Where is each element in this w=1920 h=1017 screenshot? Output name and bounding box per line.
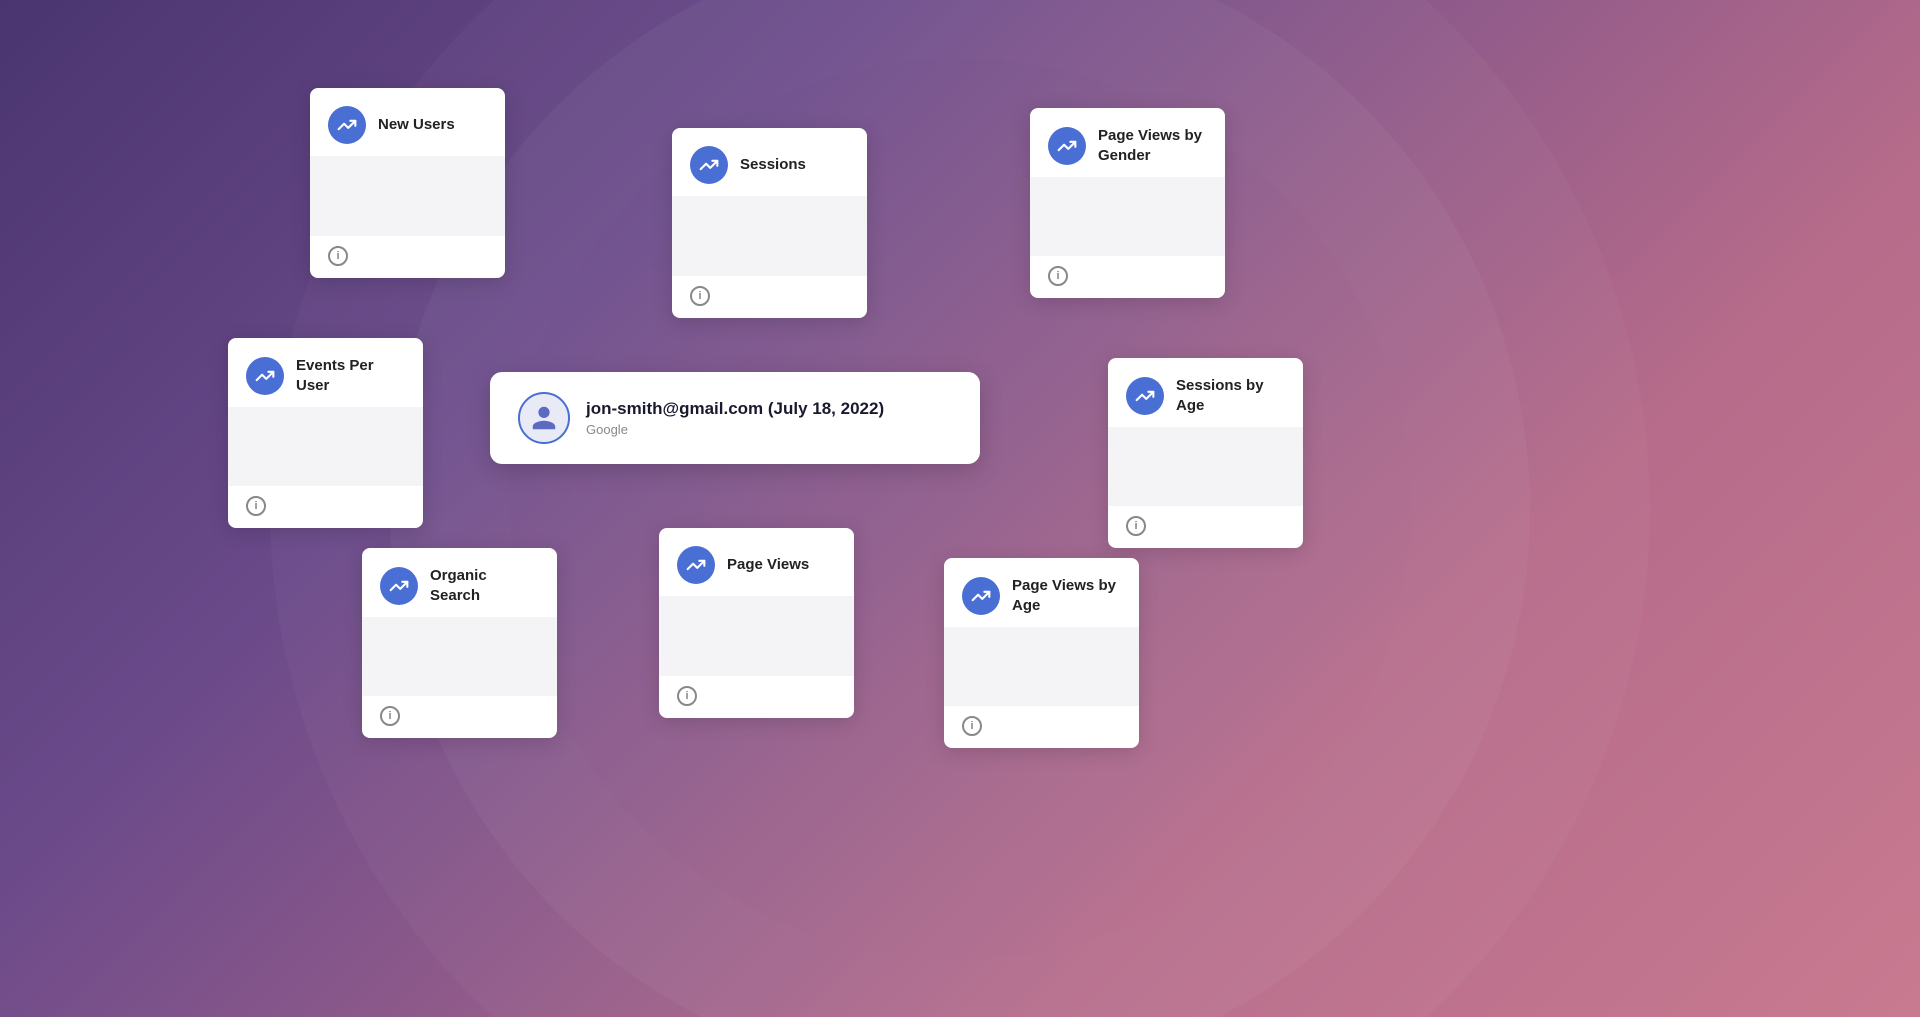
card-header-sessions: Sessions — [672, 128, 867, 196]
trending-up-icon — [690, 146, 728, 184]
card-header-sessions-by-age: Sessions by Age — [1108, 358, 1303, 427]
main-canvas: jon-smith@gmail.com (July 18, 2022) Goog… — [0, 0, 1920, 1017]
card-body-sessions — [672, 196, 867, 276]
card-header-page-views-by-gender: Page Views by Gender — [1030, 108, 1225, 177]
user-avatar — [518, 392, 570, 444]
user-card: jon-smith@gmail.com (July 18, 2022) Goog… — [490, 372, 980, 464]
card-body-page-views — [659, 596, 854, 676]
card-body-sessions-by-age — [1108, 427, 1303, 506]
card-events-per-user[interactable]: Events Per User i — [228, 338, 423, 528]
card-title-organic-search: Organic Search — [430, 566, 539, 605]
card-header-new-users: New Users — [310, 88, 505, 156]
info-icon-page-views[interactable]: i — [677, 686, 697, 706]
card-footer-new-users: i — [310, 236, 505, 278]
trending-up-icon — [380, 567, 418, 605]
trending-up-icon — [1048, 127, 1086, 165]
card-title-sessions: Sessions — [740, 155, 806, 175]
card-header-page-views-by-age: Page Views by Age — [944, 558, 1139, 627]
info-icon-organic-search[interactable]: i — [380, 706, 400, 726]
info-icon-page-views-by-age[interactable]: i — [962, 716, 982, 736]
card-page-views-by-gender[interactable]: Page Views by Gender i — [1030, 108, 1225, 298]
trending-up-icon — [1126, 377, 1164, 415]
card-header-page-views: Page Views — [659, 528, 854, 596]
user-source: Google — [586, 422, 884, 437]
card-header-events-per-user: Events Per User — [228, 338, 423, 407]
card-footer-events-per-user: i — [228, 486, 423, 528]
card-footer-page-views-by-gender: i — [1030, 256, 1225, 298]
card-title-new-users: New Users — [378, 115, 455, 135]
trending-up-icon — [962, 577, 1000, 615]
card-footer-sessions-by-age: i — [1108, 506, 1303, 548]
card-footer-organic-search: i — [362, 696, 557, 738]
card-body-page-views-by-age — [944, 627, 1139, 706]
card-footer-sessions: i — [672, 276, 867, 318]
card-title-page-views-by-gender: Page Views by Gender — [1098, 126, 1207, 165]
card-organic-search[interactable]: Organic Search i — [362, 548, 557, 738]
card-sessions[interactable]: Sessions i — [672, 128, 867, 318]
info-icon-new-users[interactable]: i — [328, 246, 348, 266]
card-body-new-users — [310, 156, 505, 236]
trending-up-icon — [246, 357, 284, 395]
card-page-views[interactable]: Page Views i — [659, 528, 854, 718]
info-icon-events-per-user[interactable]: i — [246, 496, 266, 516]
card-body-events-per-user — [228, 407, 423, 486]
card-title-events-per-user: Events Per User — [296, 356, 405, 395]
card-title-page-views: Page Views — [727, 555, 809, 575]
card-footer-page-views-by-age: i — [944, 706, 1139, 748]
card-page-views-by-age[interactable]: Page Views by Age i — [944, 558, 1139, 748]
info-icon-sessions-by-age[interactable]: i — [1126, 516, 1146, 536]
trending-up-icon — [677, 546, 715, 584]
card-footer-page-views: i — [659, 676, 854, 718]
card-body-page-views-by-gender — [1030, 177, 1225, 256]
user-email: jon-smith@gmail.com (July 18, 2022) — [586, 399, 884, 419]
info-icon-sessions[interactable]: i — [690, 286, 710, 306]
trending-up-icon — [328, 106, 366, 144]
card-body-organic-search — [362, 617, 557, 696]
user-info: jon-smith@gmail.com (July 18, 2022) Goog… — [586, 399, 884, 437]
info-icon-page-views-by-gender[interactable]: i — [1048, 266, 1068, 286]
card-sessions-by-age[interactable]: Sessions by Age i — [1108, 358, 1303, 548]
card-title-sessions-by-age: Sessions by Age — [1176, 376, 1285, 415]
card-new-users[interactable]: New Users i — [310, 88, 505, 278]
card-header-organic-search: Organic Search — [362, 548, 557, 617]
card-title-page-views-by-age: Page Views by Age — [1012, 576, 1121, 615]
